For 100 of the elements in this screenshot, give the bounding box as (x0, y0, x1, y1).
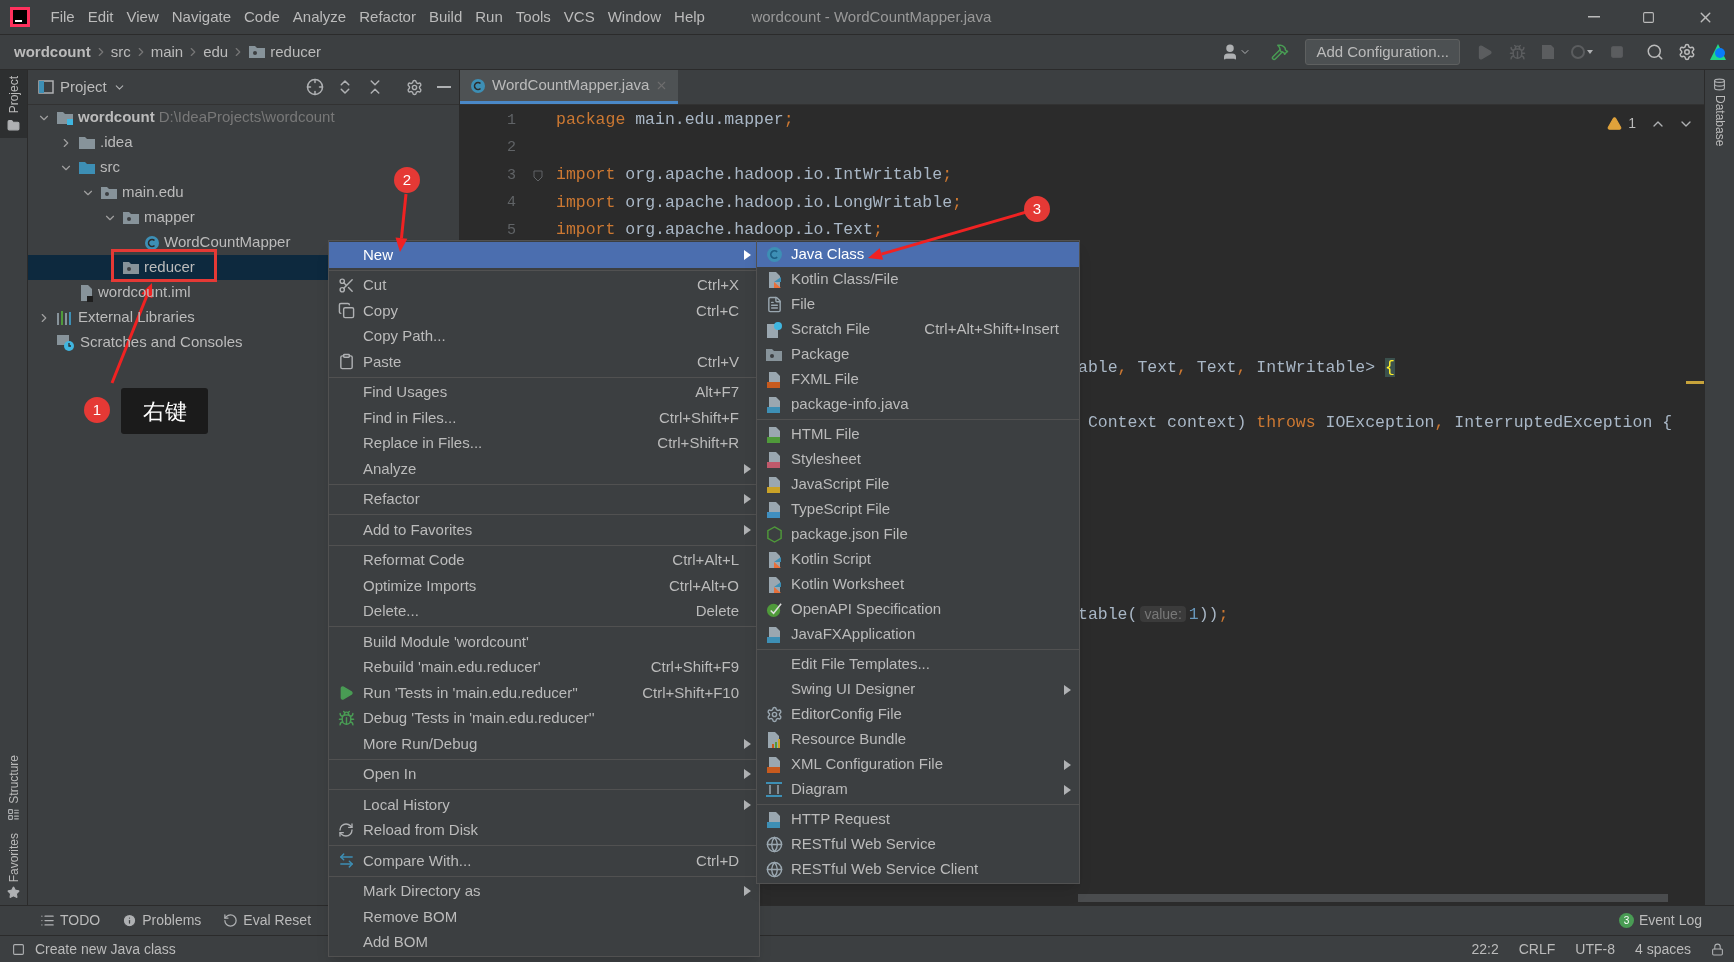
menu-bar-item[interactable]: View (120, 5, 166, 29)
menu-label: HTTP Request (791, 809, 890, 830)
menu-item[interactable]: Stylesheet (757, 447, 1079, 472)
menu-bar-item[interactable]: Refactor (352, 5, 423, 29)
menu-item[interactable]: Delete... Delete (329, 598, 759, 624)
menu-item[interactable]: Resource Bundle (757, 727, 1079, 752)
menu-item[interactable]: Reload from Disk (329, 817, 759, 843)
run-configuration-button[interactable]: Add Configuration... (1305, 39, 1460, 65)
tool-window-button[interactable]: Eval Reset (223, 910, 312, 931)
menu-item[interactable]: Build Module 'wordcount' (329, 629, 759, 655)
menu-item[interactable]: EditorConfig File (757, 702, 1079, 727)
menu-label: Find in Files... (363, 407, 457, 428)
menu-item[interactable]: HTTP Request (757, 807, 1079, 832)
menu-item[interactable]: Copy Path... (329, 323, 759, 349)
menu-item[interactable]: More Run/Debug (329, 731, 759, 757)
menu-item[interactable]: Mark Directory as (329, 878, 759, 904)
menu-item[interactable]: Kotlin Class/File (757, 267, 1079, 292)
menu-item[interactable]: Debug 'Tests in 'main.edu.reducer'' (329, 705, 759, 731)
tree-item[interactable]: mapper (28, 205, 459, 230)
menu-label: Copy (363, 300, 399, 321)
menu-item[interactable]: Kotlin Worksheet (757, 572, 1079, 597)
menu-item[interactable]: RESTful Web Service (757, 832, 1079, 857)
breadcrumb[interactable]: main (150, 40, 184, 64)
menu-item[interactable]: JavaScript File (757, 472, 1079, 497)
menu-item[interactable]: JavaFXApplication (757, 622, 1079, 647)
shortcut-label: Ctrl+Shift+F10 (642, 682, 739, 703)
menu-label: More Run/Debug (363, 733, 478, 754)
tool-window-button[interactable]: Problems (122, 910, 202, 931)
menu-item[interactable]: Analyze (329, 456, 759, 482)
menu-item[interactable]: FXML File (757, 367, 1079, 392)
menu-item[interactable]: Swing UI Designer (757, 677, 1079, 702)
line-separator[interactable]: CRLF (1518, 938, 1556, 960)
menu-item[interactable]: RESTful Web Service Client (757, 857, 1079, 882)
menu-item[interactable]: Open In (329, 761, 759, 787)
breadcrumb[interactable]: reducer (270, 40, 322, 64)
side-tab[interactable]: Project (0, 70, 27, 139)
menu-item[interactable]: Remove BOM (329, 904, 759, 930)
menu-bar-item[interactable]: Code (237, 5, 287, 29)
menu-item[interactable]: Add to Favorites (329, 517, 759, 543)
side-tab[interactable]: Structure (0, 748, 27, 827)
clipboard-icon (337, 353, 355, 371)
menu-bar-item[interactable]: File (44, 5, 82, 29)
folder-icon (78, 159, 96, 176)
panel-title[interactable]: Project (60, 75, 107, 99)
breadcrumb[interactable]: src (110, 40, 131, 64)
menu-bar-item[interactable]: Edit (81, 5, 121, 29)
caret-position[interactable]: 22:2 (1471, 938, 1499, 960)
menu-item[interactable]: Optimize Imports Ctrl+Alt+O (329, 573, 759, 599)
menu-item[interactable]: OpenAPI Specification (757, 597, 1079, 622)
menu-bar-item[interactable]: Build (422, 5, 469, 29)
menu-item[interactable]: Find Usages Alt+F7 (329, 379, 759, 405)
tool-window-button[interactable]: TODO (40, 910, 101, 931)
menu-bar-item[interactable]: Tools (509, 5, 558, 29)
menu-item[interactable]: Java Class (757, 242, 1079, 267)
scratch-file-icon (765, 320, 783, 339)
tree-label: WordCountMapper (164, 232, 291, 253)
menu-item[interactable]: Reformat Code Ctrl+Alt+L (329, 547, 759, 573)
menu-bar-item[interactable]: Navigate (165, 5, 238, 29)
menu-item[interactable]: Kotlin Script (757, 547, 1079, 572)
editor-tab[interactable]: WordCountMapper.java (460, 70, 679, 104)
menu-item[interactable]: Compare With... Ctrl+D (329, 848, 759, 874)
menu-item[interactable]: Copy Ctrl+C (329, 298, 759, 324)
menu-item[interactable]: HTML File (757, 422, 1079, 447)
menu-item[interactable]: Rebuild 'main.edu.reducer' Ctrl+Shift+F9 (329, 654, 759, 680)
panel-icon (38, 80, 54, 94)
menu-item[interactable]: Find in Files... Ctrl+Shift+F (329, 405, 759, 431)
event-log-button[interactable]: 3 Event Log (1618, 910, 1702, 931)
side-tab[interactable]: Database (1705, 78, 1734, 147)
warning-count[interactable]: 1 (1628, 113, 1636, 134)
menu-item[interactable]: TypeScript File (757, 497, 1079, 522)
tree-item[interactable]: wordcount D:\IdeaProjects\wordcount (28, 105, 459, 130)
menu-item[interactable]: Run 'Tests in 'main.edu.reducer'' Ctrl+Shift+F10 (329, 680, 759, 706)
menu-bar-item[interactable]: Analyze (286, 5, 353, 29)
breadcrumb[interactable]: wordcount (14, 40, 91, 64)
menu-item[interactable]: package.json File (757, 522, 1079, 547)
file-encoding[interactable]: UTF-8 (1575, 938, 1615, 960)
menu-item[interactable]: Paste Ctrl+V (329, 349, 759, 375)
menu-item[interactable]: Package (757, 342, 1079, 367)
menu-item[interactable]: Diagram (757, 777, 1079, 802)
tree-item[interactable]: .idea (28, 130, 459, 155)
horizontal-scrollbar[interactable] (1078, 894, 1668, 902)
menu-item[interactable]: Refactor (329, 486, 759, 512)
menu-bar-item[interactable]: Run (468, 5, 510, 29)
menu-item[interactable]: File (757, 292, 1079, 317)
submenu-arrow-icon (743, 738, 751, 749)
menu-item[interactable]: Add BOM (329, 929, 759, 955)
menu-item[interactable]: Local History (329, 792, 759, 818)
menu-bar-item[interactable]: VCS (557, 5, 602, 29)
menu-item[interactable]: package-info.java (757, 392, 1079, 417)
menu-bar-item[interactable]: Window (601, 5, 668, 29)
menu-item[interactable]: XML Configuration File (757, 752, 1079, 777)
window-title: wordcount - WordCountMapper.java (751, 6, 992, 27)
indent-setting[interactable]: 4 spaces (1634, 938, 1691, 960)
menu-bar-item[interactable]: Help (667, 5, 712, 29)
breadcrumb[interactable]: edu (203, 40, 229, 64)
menu-item[interactable]: Scratch File Ctrl+Alt+Shift+Insert (757, 317, 1079, 342)
side-tab[interactable]: Favorites (0, 826, 27, 905)
menu-item[interactable]: Replace in Files... Ctrl+Shift+R (329, 430, 759, 456)
menu-item[interactable]: Edit File Templates... (757, 652, 1079, 677)
menu-item[interactable]: New (329, 242, 759, 268)
